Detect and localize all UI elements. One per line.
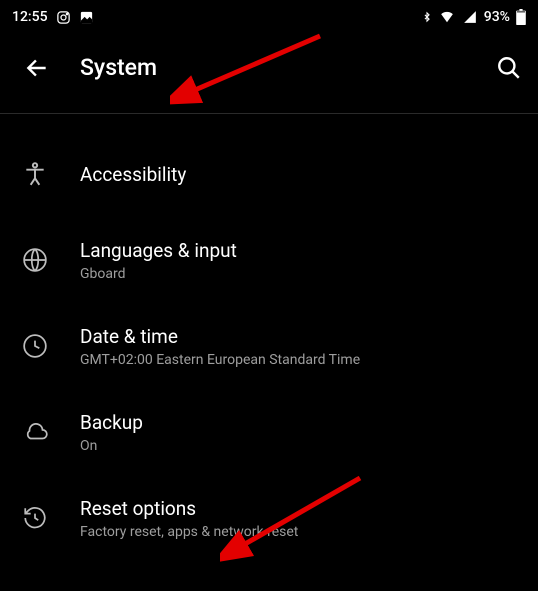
row-subtitle: On <box>80 438 522 454</box>
page-title: System <box>64 54 482 81</box>
clock-icon <box>22 333 80 359</box>
row-label: Languages & input <box>80 239 522 262</box>
row-label: Backup <box>80 411 522 434</box>
row-label: Accessibility <box>80 163 522 186</box>
row-text: Accessibility <box>80 163 522 186</box>
status-time: 12:55 <box>12 9 48 25</box>
status-left: 12:55 <box>12 9 94 25</box>
row-label: Date & time <box>80 325 522 348</box>
row-accessibility[interactable]: Accessibility <box>0 138 538 210</box>
row-subtitle: GMT+02:00 Eastern European Standard Time <box>80 352 522 368</box>
row-text: Date & time GMT+02:00 Eastern European S… <box>80 325 522 368</box>
cloud-icon <box>22 419 80 445</box>
battery-percent: 93% <box>484 9 510 25</box>
app-header: System <box>0 28 538 107</box>
signal-icon <box>462 10 478 24</box>
wifi-icon <box>438 10 456 24</box>
row-label: Reset options <box>80 497 522 520</box>
accessibility-icon <box>22 161 80 187</box>
row-subtitle: Gboard <box>80 266 522 282</box>
row-text: Reset options Factory reset, apps & netw… <box>80 497 522 540</box>
back-button[interactable] <box>24 55 64 81</box>
settings-list: Accessibility Languages & input Gboard D… <box>0 114 538 554</box>
status-right: 93% <box>422 9 526 25</box>
row-backup[interactable]: Backup On <box>0 396 538 468</box>
row-reset[interactable]: Reset options Factory reset, apps & netw… <box>0 482 538 554</box>
battery-icon <box>516 9 526 25</box>
instagram-icon <box>56 10 71 25</box>
row-subtitle: Factory reset, apps & network reset <box>80 524 522 540</box>
status-bar: 12:55 93% <box>0 0 538 28</box>
row-text: Languages & input Gboard <box>80 239 522 282</box>
search-button[interactable] <box>482 55 522 81</box>
row-datetime[interactable]: Date & time GMT+02:00 Eastern European S… <box>0 310 538 382</box>
globe-icon <box>22 247 80 273</box>
row-languages[interactable]: Languages & input Gboard <box>0 224 538 296</box>
row-text: Backup On <box>80 411 522 454</box>
restore-icon <box>22 505 80 531</box>
bluetooth-icon <box>422 9 432 25</box>
image-icon <box>79 10 94 25</box>
